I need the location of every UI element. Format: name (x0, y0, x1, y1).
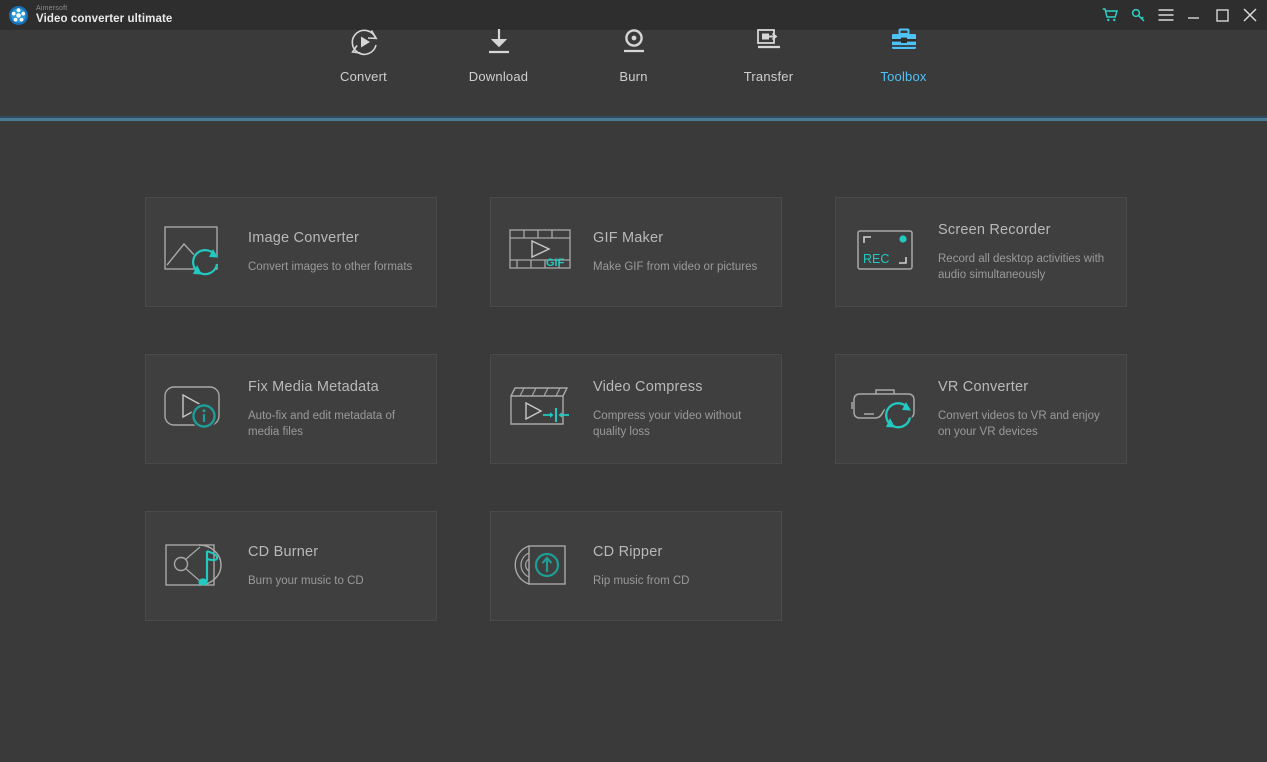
tool-description: Make GIF from video or pictures (593, 261, 758, 274)
nav-tab-burn[interactable]: Burn (566, 0, 701, 121)
tool-description: Convert videos to VR and enjoy on your V… (938, 410, 1100, 438)
nav-tab-transfer[interactable]: Transfer (701, 0, 836, 121)
cd-ripper-icon (505, 533, 579, 599)
application-window: Aimersoft Video converter ultimate Conve… (0, 0, 1267, 762)
nav-tab-label: Download (468, 69, 529, 84)
nav-tab-label: Convert (340, 69, 387, 84)
download-icon (482, 24, 516, 60)
tool-card-vr-converter[interactable]: VR Converter Convert videos to VR and en… (835, 354, 1127, 464)
tool-description: Compress your video without quality loss (593, 410, 742, 438)
tool-card-cd-burner[interactable]: CD Burner Burn your music to CD (145, 511, 437, 621)
nav-tab-toolbox[interactable]: Toolbox (836, 0, 971, 121)
cd-burner-icon (160, 533, 234, 599)
video-compress-icon (505, 376, 579, 442)
tool-card-gif-maker[interactable]: GIF GIF Maker Make GIF from video or pic… (490, 197, 782, 307)
toolbox-icon (887, 24, 921, 60)
tool-title: CD Ripper (593, 544, 663, 561)
tool-title: Video Compress (593, 379, 703, 396)
nav-tab-download[interactable]: Download (431, 0, 566, 121)
tool-description: Convert images to other formats (248, 261, 413, 274)
tool-title: Image Converter (248, 230, 359, 247)
nav-divider (0, 118, 1267, 121)
tool-title: CD Burner (248, 544, 319, 561)
tool-card-fix-media-metadata[interactable]: Fix Media Metadata Auto-fix and edit met… (145, 354, 437, 464)
screen-recorder-icon: REC (850, 219, 924, 285)
tool-title: Screen Recorder (938, 222, 1051, 239)
tool-description: Record all desktop activities with audio… (938, 253, 1105, 281)
tool-card-cd-ripper[interactable]: CD Ripper Rip music from CD (490, 511, 782, 621)
tool-description: Auto-fix and edit metadata of media file… (248, 410, 396, 438)
rec-badge-text: REC (863, 252, 889, 266)
tool-card-image-converter[interactable]: Image Converter Convert images to other … (145, 197, 437, 307)
tool-card-screen-recorder[interactable]: REC Screen Recorder Record all desktop a… (835, 197, 1127, 307)
burn-icon (617, 24, 651, 60)
tool-title: Fix Media Metadata (248, 379, 379, 396)
tool-title: VR Converter (938, 379, 1029, 396)
nav-tab-convert[interactable]: Convert (296, 0, 431, 121)
nav-tab-label: Burn (619, 69, 648, 84)
toolbox-grid: Image Converter Convert images to other … (145, 197, 1127, 621)
gif-badge-text: GIF (546, 257, 565, 269)
vr-converter-icon (850, 376, 924, 442)
nav-tab-label: Toolbox (880, 69, 927, 84)
grid-empty-slot (835, 511, 1127, 621)
tool-description: Burn your music to CD (248, 575, 364, 588)
gif-maker-icon: GIF (505, 219, 579, 285)
convert-icon (347, 24, 381, 60)
nav-tab-label: Transfer (743, 69, 794, 84)
fix-media-metadata-icon (160, 376, 234, 442)
transfer-icon (752, 24, 786, 60)
tool-description: Rip music from CD (593, 575, 690, 588)
tool-title: GIF Maker (593, 230, 664, 247)
main-navigation: Convert Download Burn Transfer Toolbox (0, 0, 1267, 121)
tool-card-video-compress[interactable]: Video Compress Compress your video witho… (490, 354, 782, 464)
image-converter-icon (160, 219, 234, 285)
